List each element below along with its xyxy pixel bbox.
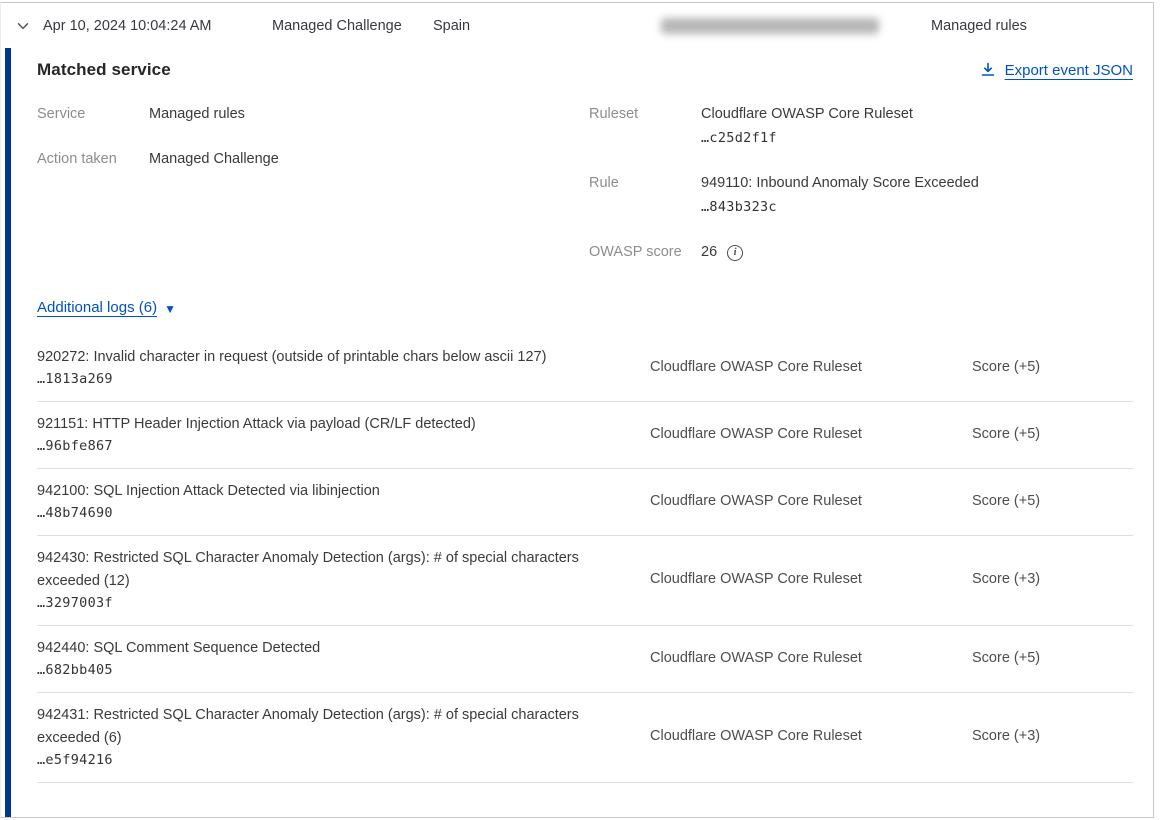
- log-row-main: 921151: HTTP Header Injection Attack via…: [37, 413, 650, 454]
- log-row-main: 942430: Restricted SQL Character Anomaly…: [37, 547, 650, 611]
- additional-logs-toggle[interactable]: Additional logs (6) ▼: [37, 299, 176, 316]
- log-row: 942431: Restricted SQL Character Anomaly…: [37, 693, 1133, 783]
- owasp-score-detail: OWASP score 26 i: [589, 242, 1133, 263]
- log-score: Score (+5): [972, 493, 1133, 509]
- firewall-event-row: Apr 10, 2024 10:04:24 AM Managed Challen…: [0, 2, 1154, 818]
- ruleset-detail: Ruleset Cloudflare OWASP Core Ruleset …c…: [589, 104, 1133, 149]
- export-event-json-link[interactable]: Export event JSON: [980, 62, 1133, 79]
- log-row: 921151: HTTP Header Injection Attack via…: [37, 402, 1133, 469]
- event-country: Spain: [433, 18, 661, 34]
- log-rule-id-hash: …682bb405: [37, 662, 620, 678]
- log-ruleset-name: Cloudflare OWASP Core Ruleset: [650, 650, 972, 666]
- log-rule-description: 942100: SQL Injection Attack Detected vi…: [37, 480, 620, 503]
- caret-down-icon: ▼: [164, 303, 176, 315]
- redacted-blur-box: [661, 18, 879, 34]
- download-icon: [980, 62, 996, 78]
- log-ruleset-name: Cloudflare OWASP Core Ruleset: [650, 571, 972, 587]
- panel-title: Matched service: [37, 60, 171, 80]
- log-rule-id-hash: …48b74690: [37, 505, 620, 521]
- log-row-main: 920272: Invalid character in request (ou…: [37, 346, 650, 387]
- ruleset-name: Cloudflare OWASP Core Ruleset: [701, 106, 913, 122]
- rule-id-hash: …843b323c: [701, 197, 979, 218]
- log-row-main: 942440: SQL Comment Sequence Detected …6…: [37, 637, 650, 678]
- log-row: 920272: Invalid character in request (ou…: [37, 335, 1133, 402]
- details-left-column: Service Managed rules Action taken Manag…: [37, 104, 589, 287]
- log-row: 942100: SQL Injection Attack Detected vi…: [37, 469, 1133, 536]
- ruleset-id-hash: …c25d2f1f: [701, 128, 913, 149]
- event-timestamp: Apr 10, 2024 10:04:24 AM: [43, 18, 272, 34]
- owasp-score-value: 26: [701, 242, 717, 263]
- additional-logs-list: 920272: Invalid character in request (ou…: [37, 335, 1133, 783]
- log-rule-id-hash: …96bfe867: [37, 438, 620, 454]
- log-rule-id-hash: …1813a269: [37, 371, 620, 387]
- log-rule-description: 942440: SQL Comment Sequence Detected: [37, 637, 620, 660]
- log-rule-description: 921151: HTTP Header Injection Attack via…: [37, 413, 620, 436]
- ruleset-value-block: Cloudflare OWASP Core Ruleset …c25d2f1f: [701, 104, 913, 149]
- log-rule-description: 942430: Restricted SQL Character Anomaly…: [37, 547, 620, 593]
- panel-footer-spacer: [37, 783, 1133, 795]
- ruleset-label: Ruleset: [589, 104, 701, 149]
- rule-description: 949110: Inbound Anomaly Score Exceeded: [701, 175, 979, 191]
- log-score: Score (+5): [972, 650, 1133, 666]
- chevron-down-icon: [15, 18, 31, 34]
- panel-header: Matched service Export event JSON: [37, 60, 1133, 80]
- info-icon[interactable]: i: [727, 245, 743, 261]
- log-rule-description: 920272: Invalid character in request (ou…: [37, 346, 620, 369]
- log-score: Score (+3): [972, 728, 1133, 744]
- matched-service-details: Service Managed rules Action taken Manag…: [37, 104, 1133, 287]
- log-row-main: 942431: Restricted SQL Character Anomaly…: [37, 704, 650, 768]
- rule-label: Rule: [589, 173, 701, 218]
- rule-detail: Rule 949110: Inbound Anomaly Score Excee…: [589, 173, 1133, 218]
- log-score: Score (+3): [972, 571, 1133, 587]
- additional-logs-section: Additional logs (6) ▼ 920272: Invalid ch…: [37, 299, 1133, 783]
- details-right-column: Ruleset Cloudflare OWASP Core Ruleset …c…: [589, 104, 1133, 287]
- log-ruleset-name: Cloudflare OWASP Core Ruleset: [650, 359, 972, 375]
- service-detail: Service Managed rules: [37, 104, 589, 125]
- service-label: Service: [37, 104, 149, 125]
- log-score: Score (+5): [972, 426, 1133, 442]
- event-details-panel: Matched service Export event JSON Servic…: [5, 48, 1153, 817]
- log-row: 942440: SQL Comment Sequence Detected …6…: [37, 626, 1133, 693]
- log-ruleset-name: Cloudflare OWASP Core Ruleset: [650, 728, 972, 744]
- action-taken-label: Action taken: [37, 149, 149, 170]
- log-row: 942430: Restricted SQL Character Anomaly…: [37, 536, 1133, 626]
- log-rule-id-hash: …e5f94216: [37, 752, 620, 768]
- event-row-header[interactable]: Apr 10, 2024 10:04:24 AM Managed Challen…: [1, 3, 1153, 48]
- collapse-toggle[interactable]: [15, 18, 43, 34]
- action-taken-value: Managed Challenge: [149, 149, 279, 170]
- log-rule-description: 942431: Restricted SQL Character Anomaly…: [37, 704, 620, 750]
- log-ruleset-name: Cloudflare OWASP Core Ruleset: [650, 426, 972, 442]
- event-action: Managed Challenge: [272, 18, 433, 34]
- rule-value-block: 949110: Inbound Anomaly Score Exceeded ……: [701, 173, 979, 218]
- owasp-score-label: OWASP score: [589, 242, 701, 263]
- log-row-main: 942100: SQL Injection Attack Detected vi…: [37, 480, 650, 521]
- export-link-label: Export event JSON: [1005, 62, 1133, 79]
- event-service: Managed rules: [931, 18, 1153, 34]
- log-rule-id-hash: …3297003f: [37, 595, 620, 611]
- log-ruleset-name: Cloudflare OWASP Core Ruleset: [650, 493, 972, 509]
- log-score: Score (+5): [972, 359, 1133, 375]
- additional-logs-label: Additional logs (6): [37, 299, 157, 316]
- action-taken-detail: Action taken Managed Challenge: [37, 149, 589, 170]
- service-value: Managed rules: [149, 104, 245, 125]
- owasp-score-wrap: 26 i: [701, 242, 743, 263]
- event-redacted-field: [661, 18, 931, 34]
